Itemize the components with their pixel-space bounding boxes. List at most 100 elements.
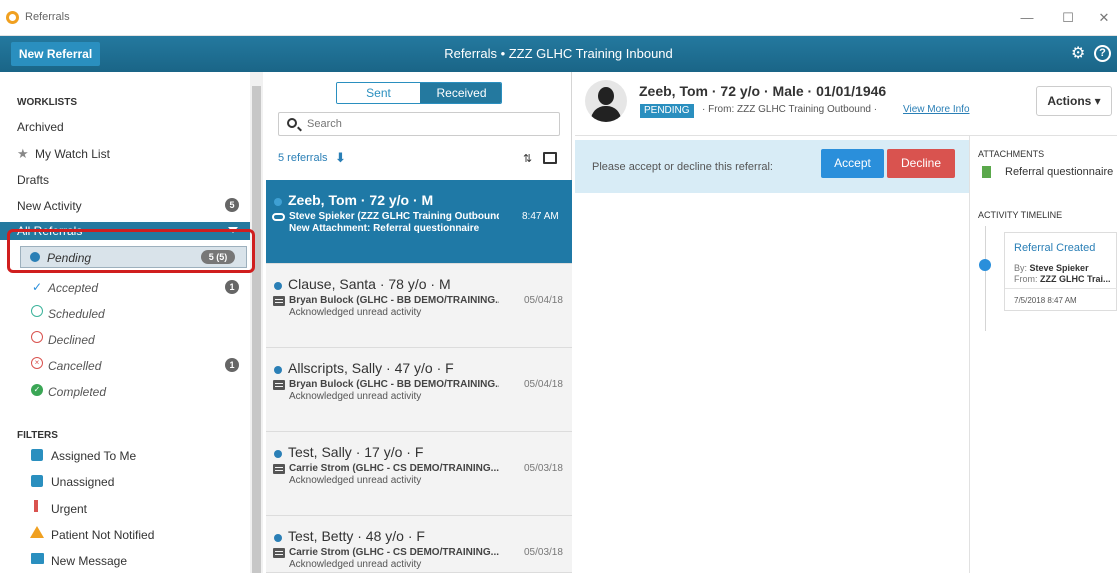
search-input[interactable] — [307, 116, 547, 132]
unread-dot-icon — [274, 282, 282, 290]
sidebar-item-watch-list[interactable]: My Watch List — [35, 147, 110, 161]
card-date: 05/03/18 — [524, 463, 563, 474]
assigned-icon — [31, 449, 43, 461]
worklists-header: WORKLISTS — [17, 97, 77, 108]
card-activity: Acknowledged unread activity — [289, 391, 422, 402]
unassigned-icon — [31, 475, 43, 487]
app-header: Referrals • ZZZ GLHC Training Inbound Ne… — [0, 36, 1117, 72]
view-more-info-link[interactable]: View More Info — [903, 104, 970, 115]
message-icon — [273, 380, 285, 390]
window-title: Referrals — [25, 11, 70, 23]
completed-icon: ✓ — [31, 384, 43, 396]
close-button[interactable]: ✕ — [1094, 8, 1114, 28]
referral-card[interactable]: Test, Betty · 48 y/o · F Carrie Strom (G… — [266, 516, 572, 573]
tab-sent[interactable]: Sent — [337, 83, 420, 103]
card-date: 05/04/18 — [524, 379, 563, 390]
sidebar-item-archived[interactable]: Archived — [17, 120, 64, 134]
sidebar-item-scheduled[interactable]: Scheduled — [48, 307, 105, 321]
unread-dot-icon — [274, 534, 282, 542]
sidebar-item-new-activity[interactable]: New Activity — [17, 199, 82, 213]
referral-card[interactable]: Allscripts, Sally · 47 y/o · F Bryan Bul… — [266, 348, 572, 432]
avatar-head — [598, 87, 614, 105]
card-patient-name: Zeeb, Tom · 72 y/o · M — [288, 192, 434, 208]
from-value: ZZZ GLHC Trai... — [1040, 274, 1111, 284]
card-from: Bryan Bulock (GLHC - BB DEMO/TRAINING... — [289, 379, 499, 390]
referral-card[interactable]: Zeeb, Tom · 72 y/o · M Steve Spieker (ZZ… — [266, 180, 572, 264]
header-divider — [575, 135, 1117, 136]
filters-header: FILTERS — [17, 430, 58, 441]
filter-new-message[interactable]: New Message — [51, 554, 127, 568]
from-label: From: — [1014, 274, 1038, 284]
clock-icon — [31, 305, 43, 317]
timeline-title: Referral Created — [1014, 242, 1096, 254]
app-logo-icon — [6, 11, 19, 24]
cancelled-badge: 1 — [225, 358, 239, 372]
card-activity: New Attachment: Referral questionnaire — [289, 223, 480, 234]
timeline-divider — [1005, 288, 1117, 289]
sort-icon[interactable]: ⇅ — [523, 152, 532, 165]
referral-source: · From: ZZZ GLHC Training Outbound · — [702, 104, 878, 115]
timeline-line — [985, 226, 986, 331]
detail-divider — [969, 136, 970, 573]
timeline-dot-icon — [979, 259, 991, 271]
avatar — [585, 80, 627, 122]
sidebar-item-cancelled[interactable]: Cancelled — [48, 359, 101, 373]
filter-urgent[interactable]: Urgent — [51, 502, 87, 516]
card-from: Carrie Strom (GLHC - CS DEMO/TRAINING... — [289, 547, 499, 558]
timeline-event: Referral Created By: Steve Spieker From:… — [1004, 232, 1117, 311]
filter-assigned-to-me[interactable]: Assigned To Me — [51, 449, 136, 463]
star-icon: ★ — [17, 146, 29, 161]
scrollbar-thumb[interactable] — [252, 86, 261, 573]
new-referral-button[interactable]: New Referral — [11, 42, 100, 66]
tab-received[interactable]: Received — [420, 83, 501, 103]
card-patient-name: Test, Sally · 17 y/o · F — [288, 444, 424, 460]
message-icon — [273, 464, 285, 474]
sidebar-item-drafts[interactable]: Drafts — [17, 173, 49, 187]
unread-dot-icon — [274, 450, 282, 458]
warning-icon — [30, 526, 44, 538]
expand-icon[interactable] — [543, 152, 557, 164]
decline-button[interactable]: Decline — [887, 149, 955, 178]
filter-patient-not-notified[interactable]: Patient Not Notified — [51, 528, 154, 542]
by-value: Steve Spieker — [1029, 263, 1089, 273]
by-label: By: — [1014, 263, 1028, 273]
minimize-button[interactable]: — — [1017, 8, 1037, 28]
new-activity-badge: 5 — [225, 198, 239, 212]
sidebar-item-declined[interactable]: Declined — [48, 333, 95, 347]
urgent-icon — [34, 500, 38, 512]
message-icon — [273, 548, 285, 558]
patient-name: Zeeb, Tom · 72 y/o · Male · 01/01/1946 — [639, 83, 887, 99]
timeline-time: 7/5/2018 8:47 AM — [1014, 296, 1077, 305]
referral-count: 5 referrals — [278, 152, 328, 164]
timeline-header: ACTIVITY TIMELINE — [978, 210, 1063, 220]
help-icon[interactable]: ? — [1094, 45, 1111, 62]
unread-dot-icon — [274, 198, 282, 206]
maximize-button[interactable]: ☐ — [1058, 8, 1078, 28]
search-icon — [287, 118, 297, 128]
sidebar-item-completed[interactable]: Completed — [48, 385, 106, 399]
card-activity: Acknowledged unread activity — [289, 307, 422, 318]
download-icon[interactable]: ⬇ — [335, 150, 346, 166]
accepted-badge: 1 — [225, 280, 239, 294]
page-title: Referrals • ZZZ GLHC Training Inbound — [444, 46, 673, 61]
unread-dot-icon — [274, 366, 282, 374]
check-icon: ✓ — [32, 280, 43, 294]
sidebar-item-accepted[interactable]: Accepted — [48, 281, 98, 295]
actions-button[interactable]: Actions ▾ — [1036, 86, 1112, 116]
attachment-link[interactable]: Referral questionnaire — [1005, 166, 1113, 178]
card-activity: Acknowledged unread activity — [289, 475, 422, 486]
referral-card[interactable]: Test, Sally · 17 y/o · F Carrie Strom (G… — [266, 432, 572, 516]
sidebar-scrollbar[interactable] — [250, 72, 263, 573]
card-patient-name: Clause, Santa · 78 y/o · M — [288, 276, 451, 292]
accept-button[interactable]: Accept — [821, 149, 884, 178]
referral-card[interactable]: Clause, Santa · 78 y/o · M Bryan Bulock … — [266, 264, 572, 348]
card-date: 05/04/18 — [524, 295, 563, 306]
filter-unassigned[interactable]: Unassigned — [51, 475, 114, 489]
card-from: Steve Spieker (ZZZ GLHC Training Outboun… — [289, 211, 499, 222]
search-box — [278, 112, 560, 136]
card-date: 8:47 AM — [522, 211, 559, 222]
card-patient-name: Test, Betty · 48 y/o · F — [288, 528, 425, 544]
card-patient-name: Allscripts, Sally · 47 y/o · F — [288, 360, 454, 376]
gear-icon[interactable]: ⚙ — [1071, 45, 1085, 63]
document-icon — [982, 166, 991, 178]
